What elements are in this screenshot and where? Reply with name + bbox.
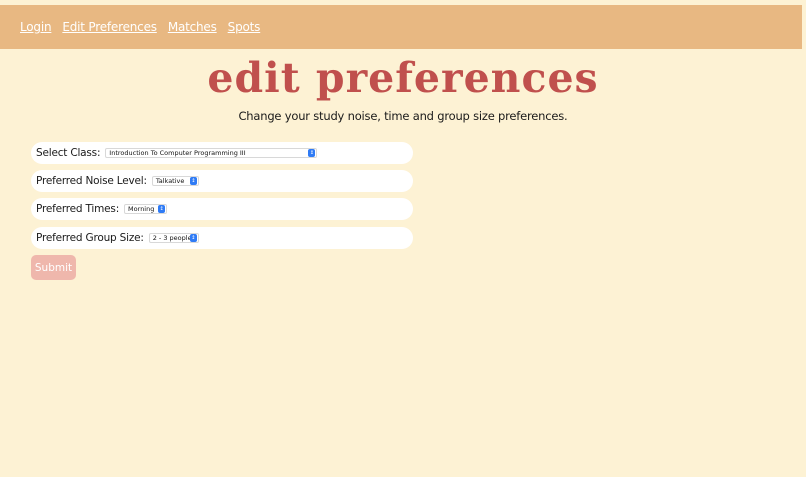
group-row: Preferred Group Size: 2 - 3 people ↕ xyxy=(31,227,413,249)
group-select[interactable]: 2 - 3 people ↕ xyxy=(148,233,199,243)
chevron-up-down-icon: ↕ xyxy=(189,177,197,185)
nav-login-link[interactable]: Login xyxy=(20,20,52,34)
nav-edit-preferences-link[interactable]: Edit Preferences xyxy=(62,20,157,34)
chevron-up-down-icon: ↕ xyxy=(308,149,316,157)
class-select[interactable]: Introduction To Computer Programming III… xyxy=(105,148,318,158)
page-subtitle: Change your study noise, time and group … xyxy=(238,109,568,123)
times-select[interactable]: Morning ↕ xyxy=(124,204,168,214)
submit-button[interactable]: Submit xyxy=(31,255,76,280)
group-label: Preferred Group Size: xyxy=(36,232,144,244)
noise-select[interactable]: Talkative ↕ xyxy=(151,176,199,186)
times-select-value: Morning xyxy=(128,205,155,213)
nav-bar: Login Edit Preferences Matches Spots xyxy=(0,5,802,49)
page-title: edit preferences xyxy=(207,54,599,102)
noise-label: Preferred Noise Level: xyxy=(36,175,147,187)
noise-row: Preferred Noise Level: Talkative ↕ xyxy=(31,170,413,192)
times-label: Preferred Times: xyxy=(36,203,120,215)
chevron-up-down-icon: ↕ xyxy=(158,205,166,213)
class-select-value: Introduction To Computer Programming III xyxy=(109,149,246,157)
class-label: Select Class: xyxy=(36,147,101,159)
nav-matches-link[interactable]: Matches xyxy=(168,20,217,34)
group-select-value: 2 - 3 people xyxy=(152,234,192,242)
chevron-up-down-icon: ↕ xyxy=(189,234,197,242)
noise-select-value: Talkative xyxy=(155,177,185,185)
nav-spots-link[interactable]: Spots xyxy=(228,20,261,34)
times-row: Preferred Times: Morning ↕ xyxy=(31,198,413,220)
class-row: Select Class: Introduction To Computer P… xyxy=(31,142,413,164)
